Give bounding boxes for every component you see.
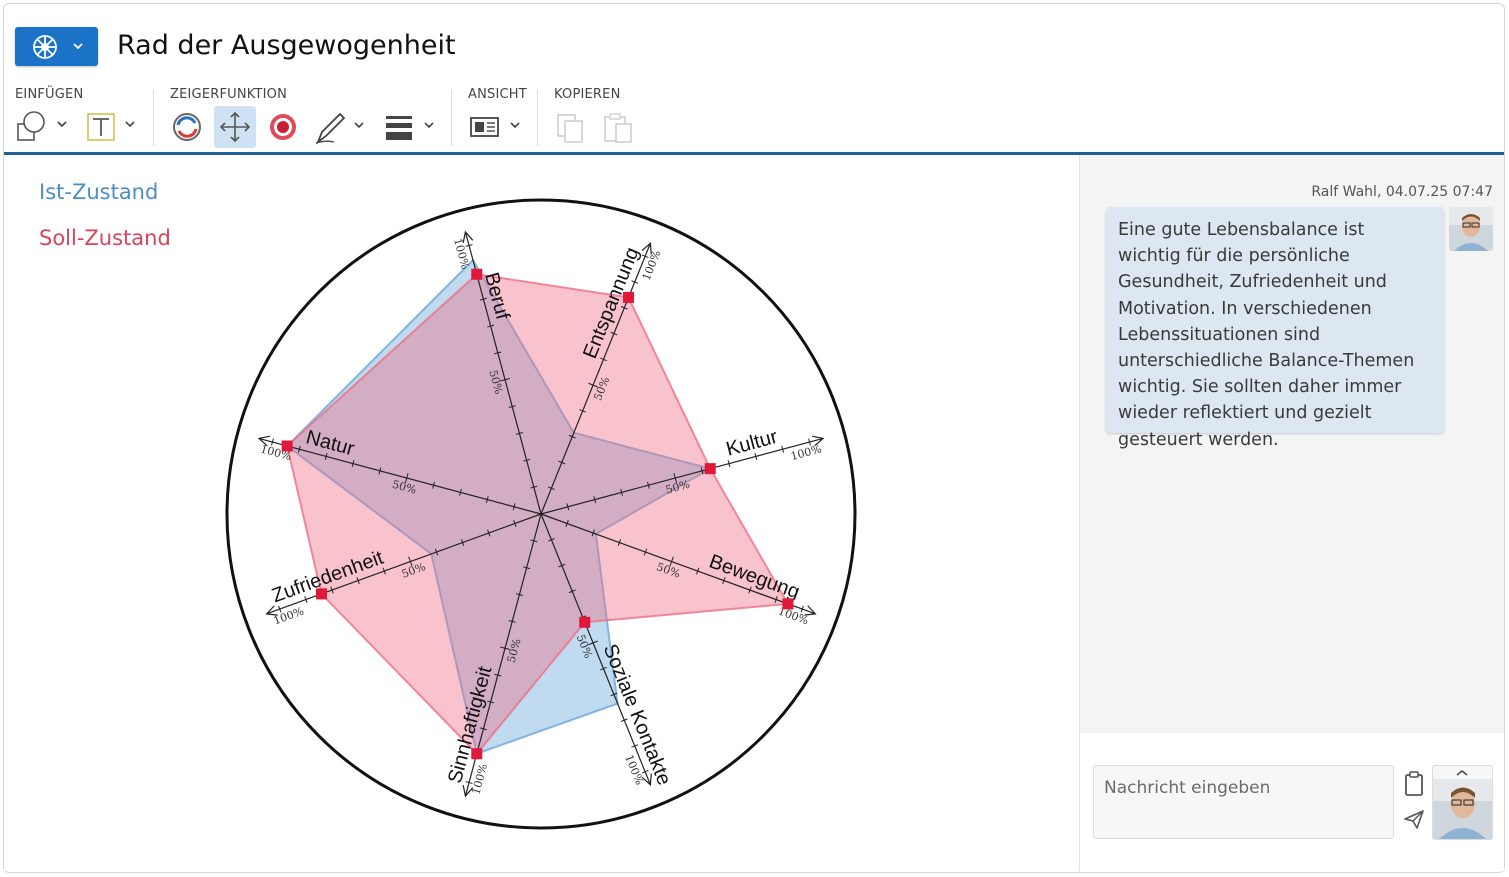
legend-soll: Soll-Zustand bbox=[39, 226, 171, 250]
pen-icon bbox=[315, 112, 364, 145]
group-label-view: ANSICHT bbox=[468, 87, 527, 102]
soll-marker bbox=[471, 268, 483, 280]
insert-shape-button[interactable] bbox=[14, 106, 72, 148]
rotate-button[interactable] bbox=[166, 106, 208, 148]
soll-marker bbox=[704, 463, 716, 475]
send-button[interactable] bbox=[1402, 808, 1426, 830]
toolbar-separator bbox=[537, 90, 538, 146]
wheel-icon bbox=[33, 35, 57, 59]
copy-button[interactable] bbox=[552, 106, 592, 148]
shapes-icon bbox=[17, 111, 67, 141]
insert-text-button[interactable] bbox=[84, 106, 142, 148]
toolbar-separator bbox=[451, 90, 452, 146]
legend-ist: Ist-Zustand bbox=[39, 180, 159, 204]
chevron-down-icon bbox=[73, 43, 83, 50]
view-icon bbox=[470, 117, 520, 137]
send-icon bbox=[1404, 810, 1424, 829]
move-button[interactable] bbox=[214, 106, 256, 148]
target-button[interactable] bbox=[262, 106, 304, 148]
soll-marker bbox=[315, 588, 327, 600]
balance-wheel-chart[interactable]: 50%100%Beruf50%100%Entspannung50%100%Kul… bbox=[220, 190, 865, 838]
group-label-pointer: ZEIGERFUNKTION bbox=[170, 87, 288, 102]
paste-icon bbox=[604, 113, 632, 143]
soll-marker bbox=[782, 598, 794, 610]
page-title: Rad der Ausgewogenheit bbox=[117, 30, 456, 61]
line-weight-button[interactable] bbox=[382, 106, 442, 148]
view-button[interactable] bbox=[466, 106, 528, 148]
copy-icon bbox=[557, 114, 583, 143]
avatar bbox=[1449, 207, 1493, 251]
clipboard-button[interactable] bbox=[1402, 770, 1426, 798]
own-avatar-box[interactable] bbox=[1432, 765, 1493, 840]
chevron-up-icon bbox=[1456, 770, 1468, 776]
message-author-time: Ralf Wahl, 04.07.25 07:47 bbox=[1311, 184, 1493, 200]
pen-button[interactable] bbox=[312, 106, 372, 148]
toolbar-separator bbox=[153, 90, 154, 146]
clipboard-icon bbox=[1405, 771, 1423, 796]
rotate-icon bbox=[173, 113, 201, 141]
group-label-copy: KOPIEREN bbox=[554, 87, 621, 102]
soll-marker bbox=[281, 440, 293, 452]
soll-marker bbox=[579, 616, 591, 628]
avatar bbox=[1433, 779, 1492, 839]
text-icon bbox=[87, 113, 135, 141]
message-input[interactable] bbox=[1093, 765, 1394, 839]
chat-message: Eine gute Lebensbalance ist wichtig für … bbox=[1106, 207, 1444, 450]
target-icon bbox=[270, 114, 296, 140]
move-icon bbox=[219, 111, 251, 143]
paste-button[interactable] bbox=[600, 106, 640, 148]
line-weight-icon bbox=[386, 116, 434, 140]
soll-marker bbox=[471, 748, 483, 760]
group-label-insert: EINFÜGEN bbox=[15, 87, 84, 102]
app-menu-button[interactable] bbox=[15, 27, 98, 66]
soll-marker bbox=[623, 291, 635, 303]
